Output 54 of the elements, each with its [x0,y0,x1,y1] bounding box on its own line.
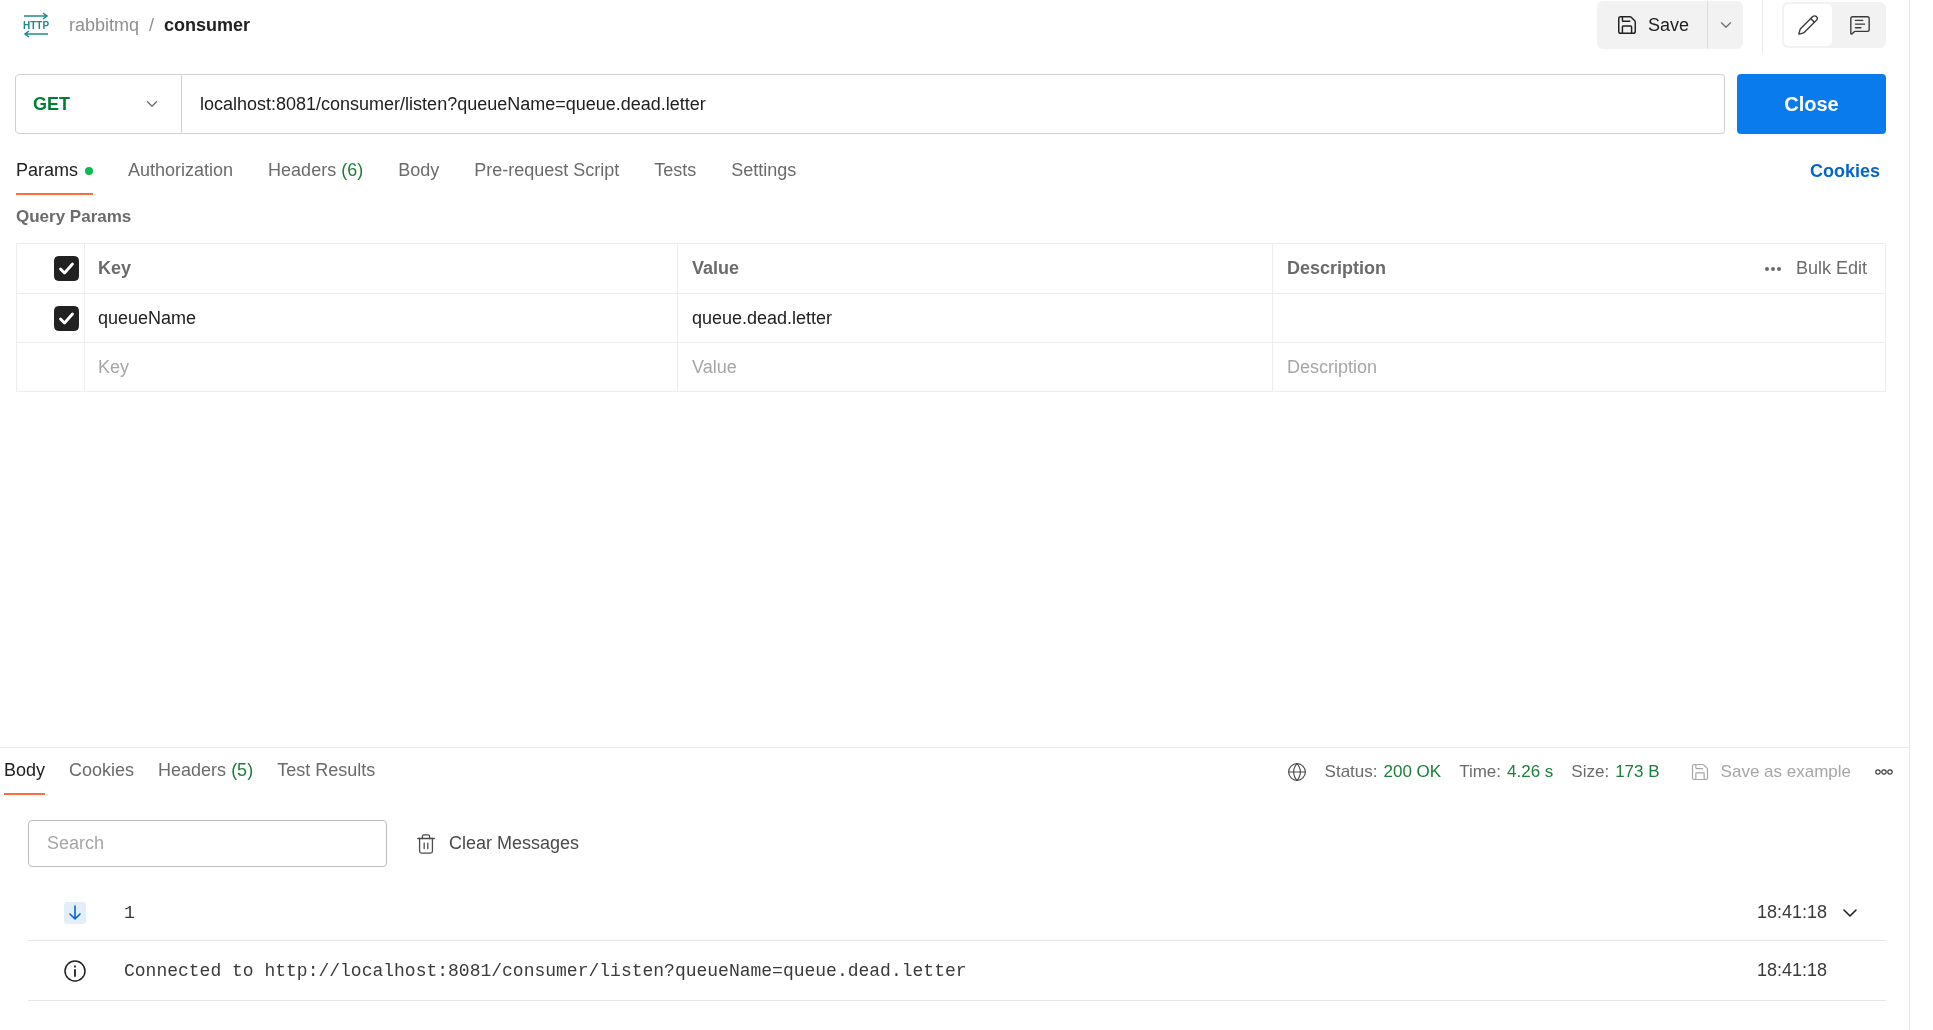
pencil-icon [1797,14,1819,36]
value-field[interactable]: queue.dead.letter [678,294,1272,342]
stat-label: Status: [1324,761,1378,782]
edit-button[interactable] [1784,4,1832,46]
key-field[interactable]: Key [85,343,677,391]
stat-value: 200 OK [1383,761,1442,782]
section-title: Query Params [16,207,132,227]
search-field[interactable]: Search [28,820,387,867]
clear-messages-button[interactable]: Clear Messages [415,832,580,855]
value-field[interactable]: Value [678,343,1272,391]
breadcrumb-collection[interactable]: rabbitmq [69,14,140,36]
save-button[interactable]: Save [1596,1,1707,49]
comment-icon [1849,14,1871,36]
response-tab[interactable]: Cookies [69,748,135,795]
stat-label: Time: [1459,761,1502,782]
request-tab[interactable]: Headers (6) [268,148,364,195]
message-text: 1 [124,902,135,923]
more-options-button[interactable] [1875,768,1893,775]
stat-value: 173 B [1615,761,1660,782]
message-time: 18:41:18 [1756,902,1827,923]
request-tab[interactable]: Pre-request Script [474,148,620,195]
more-options-icon [1763,265,1782,272]
request-tab[interactable]: Body [398,148,440,195]
more-options-icon [1875,768,1893,775]
close-button[interactable]: Close [1737,74,1886,134]
more-options-button[interactable] [1763,265,1782,272]
column-header: Value [692,258,740,279]
key-field[interactable]: queueName [85,294,677,342]
cookies-link[interactable]: Cookies [1809,161,1880,182]
checkbox[interactable] [54,305,79,331]
request-name[interactable]: consumer [164,14,251,36]
trash-icon [415,832,437,855]
response-tab[interactable]: Test Results [277,748,376,795]
globe-icon[interactable] [1286,761,1307,782]
stat-label: Size: [1571,761,1610,782]
breadcrumb-separator: / [149,14,155,36]
bulk-edit-button[interactable]: Bulk Edit [1795,258,1867,279]
message-text: Connected to http://localhost:8081/consumer/listen?queueName=queue.dead.letter [124,960,967,981]
response-tab[interactable]: Body [4,748,46,795]
response-tab[interactable]: Headers (5) [158,748,254,795]
column-header: Key [98,258,132,279]
chevron-icon[interactable] [1843,908,1857,917]
checkbox[interactable] [54,256,79,281]
request-tab[interactable]: Tests [654,148,697,195]
request-tab[interactable]: Authorization [128,148,234,195]
url-field[interactable]: localhost:8081/consumer/listen?queueName=queue.dead.letter [182,74,1725,134]
column-header: Description [1287,258,1387,279]
stat-value: 4.26 s [1507,761,1554,782]
request-tab[interactable]: Settings [731,148,797,195]
description-field[interactable]: Description [1273,343,1885,391]
request-tab[interactable]: Params [16,148,93,195]
info-icon [64,959,86,982]
message-time: 18:41:18 [1756,960,1827,981]
method-select[interactable]: GET [15,74,182,134]
